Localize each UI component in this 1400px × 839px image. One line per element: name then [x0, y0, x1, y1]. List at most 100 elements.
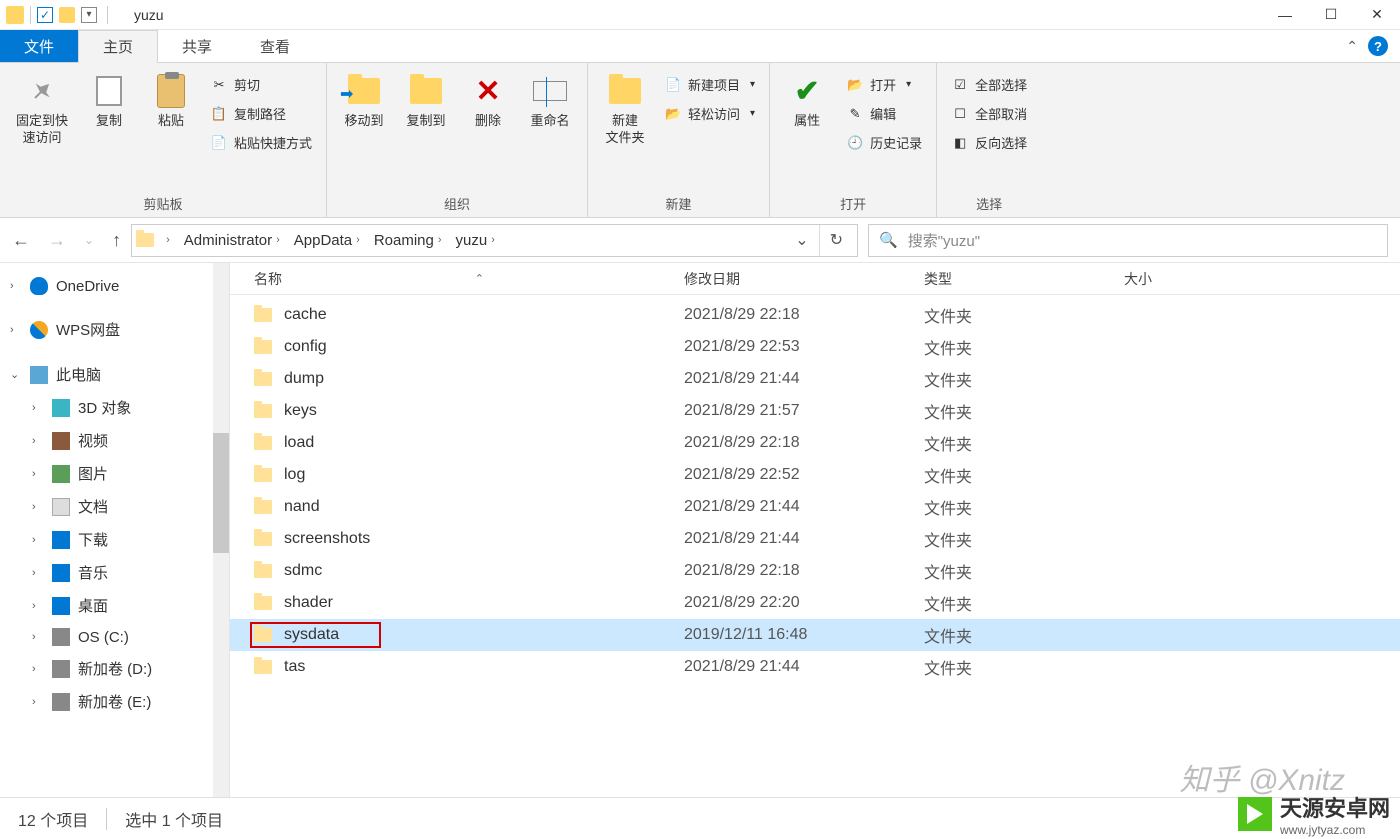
- easy-access-icon: 📂: [664, 105, 682, 123]
- qat-folder-icon[interactable]: [59, 7, 75, 23]
- paste-button[interactable]: 粘贴: [142, 69, 200, 134]
- navigation-pane[interactable]: ›OneDrive ›WPS网盘 ⌄此电脑›3D 对象›视频›图片›文档›下载›音乐…: [0, 263, 230, 827]
- close-button[interactable]: ✕: [1354, 0, 1400, 30]
- chevron-right-icon[interactable]: ›: [356, 234, 360, 246]
- refresh-button[interactable]: ↻: [819, 225, 853, 256]
- cut-button[interactable]: ✂剪切: [210, 73, 312, 96]
- new-folder-button[interactable]: 新建 文件夹: [596, 69, 654, 151]
- nav-item[interactable]: ›3D 对象: [0, 391, 229, 424]
- open-button[interactable]: 📂打开▾: [846, 73, 922, 96]
- nav-label: OS (C:): [78, 629, 129, 646]
- chevron-icon: ›: [32, 567, 44, 579]
- nav-item[interactable]: ›文档: [0, 490, 229, 523]
- tab-home[interactable]: 主页: [78, 30, 158, 63]
- chevron-icon: ›: [10, 324, 22, 336]
- file-name: config: [284, 338, 327, 356]
- rename-button[interactable]: 重命名: [521, 69, 579, 134]
- select-none-button[interactable]: ☐全部取消: [951, 102, 1027, 125]
- nav-item[interactable]: ›新加卷 (E:): [0, 685, 229, 718]
- col-date[interactable]: 修改日期: [684, 269, 924, 289]
- nav-item[interactable]: ⌄此电脑: [0, 358, 229, 391]
- nav-item[interactable]: ›图片: [0, 457, 229, 490]
- address-bar[interactable]: › Administrator› AppData› Roaming› yuzu›…: [131, 224, 858, 257]
- copy-button[interactable]: 复制: [80, 69, 138, 134]
- nav-icon: [30, 366, 48, 384]
- group-label: 剪贴板: [0, 192, 326, 217]
- maximize-button[interactable]: ☐: [1308, 0, 1354, 30]
- invert-selection-button[interactable]: ◧反向选择: [951, 131, 1027, 154]
- tab-file[interactable]: 文件: [0, 30, 78, 62]
- nav-icon: [52, 693, 70, 711]
- open-icon: 📂: [846, 76, 864, 94]
- ribbon-group-organize: ➡移动到 复制到 ✕删除 重命名 组织: [327, 63, 588, 217]
- help-button[interactable]: ?: [1368, 36, 1388, 56]
- back-button[interactable]: ←: [12, 230, 30, 251]
- new-item-button[interactable]: 📄新建项目▾: [664, 73, 755, 96]
- edit-button[interactable]: ✎编辑: [846, 102, 922, 125]
- file-row[interactable]: keys2021/8/29 21:57文件夹: [230, 395, 1400, 427]
- file-row[interactable]: dump2021/8/29 21:44文件夹: [230, 363, 1400, 395]
- pin-to-quick-access-button[interactable]: 固定到快 速访问: [8, 69, 76, 151]
- col-size[interactable]: 大小: [1124, 269, 1244, 289]
- file-row[interactable]: screenshots2021/8/29 21:44文件夹: [230, 523, 1400, 555]
- nav-item[interactable]: ›WPS网盘: [0, 313, 229, 346]
- chevron-right-icon[interactable]: ›: [166, 234, 170, 246]
- tab-view[interactable]: 查看: [236, 30, 314, 62]
- folder-icon: [254, 564, 272, 578]
- file-row[interactable]: nand2021/8/29 21:44文件夹: [230, 491, 1400, 523]
- col-type[interactable]: 类型: [924, 269, 1124, 289]
- nav-item[interactable]: ›音乐: [0, 556, 229, 589]
- ribbon-collapse-chevron-icon[interactable]: ⌃: [1346, 38, 1358, 55]
- nav-item[interactable]: ›桌面: [0, 589, 229, 622]
- chevron-right-icon[interactable]: ›: [438, 234, 442, 246]
- sort-arrow-icon: ⌃: [475, 272, 484, 285]
- nav-item[interactable]: ›OneDrive: [0, 271, 229, 301]
- minimize-button[interactable]: —: [1262, 0, 1308, 30]
- copy-to-button[interactable]: 复制到: [397, 69, 455, 134]
- paste-shortcut-button[interactable]: 📄粘贴快捷方式: [210, 131, 312, 154]
- properties-button[interactable]: ✔属性: [778, 69, 836, 134]
- easy-access-button[interactable]: 📂轻松访问▾: [664, 102, 755, 125]
- file-row[interactable]: config2021/8/29 22:53文件夹: [230, 331, 1400, 363]
- file-row[interactable]: sysdata2019/12/11 16:48文件夹: [230, 619, 1400, 651]
- file-row[interactable]: sdmc2021/8/29 22:18文件夹: [230, 555, 1400, 587]
- file-row[interactable]: load2021/8/29 22:18文件夹: [230, 427, 1400, 459]
- file-row[interactable]: tas2021/8/29 21:44文件夹: [230, 651, 1400, 683]
- qat-customize-dropdown[interactable]: ▾: [81, 7, 97, 23]
- delete-button[interactable]: ✕删除: [459, 69, 517, 134]
- file-date: 2021/8/29 22:20: [684, 594, 924, 612]
- qat-properties-icon[interactable]: ✓: [37, 7, 53, 23]
- file-type: 文件夹: [924, 559, 1124, 583]
- nav-label: 桌面: [78, 595, 108, 616]
- chevron-right-icon[interactable]: ›: [276, 234, 280, 246]
- address-dropdown[interactable]: ⌄: [787, 230, 816, 250]
- qat-separator: [107, 6, 108, 24]
- file-row[interactable]: shader2021/8/29 22:20文件夹: [230, 587, 1400, 619]
- chevron-right-icon[interactable]: ›: [491, 234, 495, 246]
- column-headers: 名称⌃ 修改日期 类型 大小: [230, 263, 1400, 295]
- file-row[interactable]: cache2021/8/29 22:18文件夹: [230, 299, 1400, 331]
- file-row[interactable]: log2021/8/29 22:52文件夹: [230, 459, 1400, 491]
- up-button[interactable]: ↑: [112, 230, 121, 251]
- tab-share[interactable]: 共享: [158, 30, 236, 62]
- nav-icon: [52, 432, 70, 450]
- nav-icon: [52, 597, 70, 615]
- history-button[interactable]: 🕘历史记录: [846, 131, 922, 154]
- nav-item[interactable]: ›新加卷 (D:): [0, 652, 229, 685]
- file-list[interactable]: cache2021/8/29 22:18文件夹config2021/8/29 2…: [230, 295, 1400, 827]
- search-box[interactable]: 🔍 搜索"yuzu": [868, 224, 1388, 257]
- nav-item[interactable]: ›视频: [0, 424, 229, 457]
- move-to-button[interactable]: ➡移动到: [335, 69, 393, 134]
- col-name[interactable]: 名称⌃: [254, 269, 684, 289]
- scrollbar-thumb[interactable]: [213, 433, 229, 553]
- forward-button[interactable]: →: [48, 230, 66, 251]
- nav-item[interactable]: ›下载: [0, 523, 229, 556]
- select-all-button[interactable]: ☑全部选择: [951, 73, 1027, 96]
- nav-icon: [52, 628, 70, 646]
- recent-dropdown[interactable]: ⌄: [84, 233, 94, 247]
- select-none-icon: ☐: [951, 105, 969, 123]
- ribbon-group-select: ☑全部选择 ☐全部取消 ◧反向选择 选择: [937, 63, 1041, 217]
- copy-path-button[interactable]: 📋复制路径: [210, 102, 312, 125]
- nav-item[interactable]: ›OS (C:): [0, 622, 229, 652]
- file-name: sysdata: [284, 626, 339, 644]
